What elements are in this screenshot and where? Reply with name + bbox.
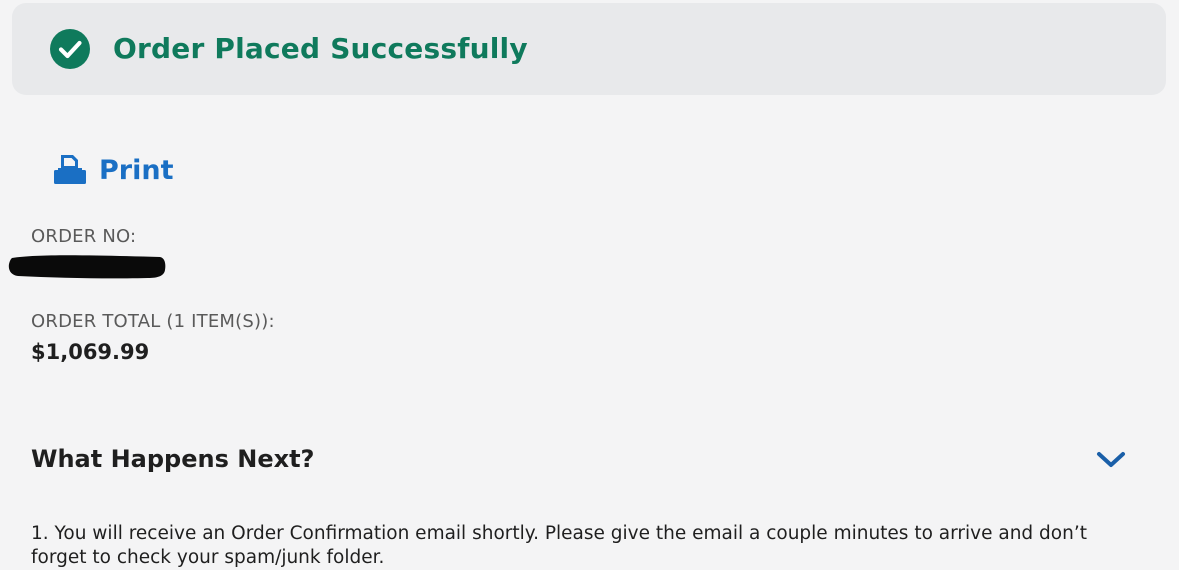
chevron-down-icon[interactable] <box>1094 448 1128 472</box>
next-step-item: 1. You will receive an Order Confirmatio… <box>31 523 1087 568</box>
print-button[interactable]: Print <box>52 150 174 190</box>
what-happens-next-heading: What Happens Next? <box>31 445 315 473</box>
print-label: Print <box>99 154 174 186</box>
banner-title: Order Placed Successfully <box>113 32 528 65</box>
order-total-value: $1,069.99 <box>31 340 150 364</box>
order-success-banner: Order Placed Successfully <box>12 3 1166 95</box>
order-total-label: ORDER TOTAL (1 ITEM(S)): <box>31 311 275 332</box>
check-circle-icon <box>50 29 90 69</box>
printer-icon <box>52 153 88 187</box>
order-number-label: ORDER NO: <box>31 226 137 247</box>
redacted-order-number <box>8 255 166 279</box>
